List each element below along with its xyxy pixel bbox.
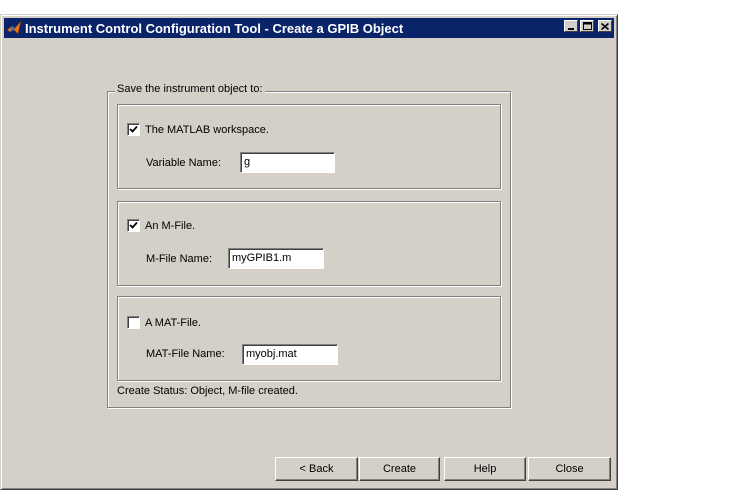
mfile-checkbox-label: An M-File. [145, 219, 196, 232]
maximize-icon [582, 22, 592, 30]
variable-name-label: Variable Name: [146, 157, 221, 169]
back-button[interactable]: < Back [275, 457, 358, 481]
create-status-text: Create Status: Object, M-file created. [117, 385, 298, 397]
window-title: Instrument Control Configuration Tool - … [25, 20, 404, 36]
title-bar[interactable]: Instrument Control Configuration Tool - … [4, 18, 614, 38]
close-button[interactable]: Close [528, 457, 611, 481]
checkmark-icon [129, 221, 138, 229]
matfile-name-input[interactable]: myobj.mat [242, 344, 338, 365]
create-button[interactable]: Create [359, 457, 440, 481]
mfile-checkbox[interactable] [127, 219, 140, 232]
group-legend: Save the instrument object to: [115, 82, 265, 96]
matfile-option[interactable]: A MAT-File. [127, 316, 201, 329]
matfile-section [117, 296, 501, 381]
matfile-name-label: MAT-File Name: [146, 348, 225, 360]
mfile-name-label: M-File Name: [146, 253, 213, 265]
mfile-name-input[interactable]: myGPIB1.m [228, 248, 324, 269]
minimize-button[interactable] [564, 20, 578, 32]
close-window-button[interactable] [598, 20, 612, 32]
maximize-button[interactable] [580, 20, 594, 32]
workspace-section [117, 104, 501, 189]
help-button[interactable]: Help [444, 457, 526, 481]
matfile-checkbox-label: A MAT-File. [145, 316, 202, 329]
close-icon [601, 22, 609, 30]
mfile-option[interactable]: An M-File. [127, 219, 195, 232]
variable-name-input[interactable]: g [240, 152, 335, 173]
minimize-icon [568, 28, 574, 30]
checkmark-icon [129, 125, 138, 133]
workspace-checkbox[interactable] [127, 123, 140, 136]
workspace-option[interactable]: The MATLAB workspace. [127, 123, 269, 136]
workspace-checkbox-label: The MATLAB workspace. [145, 123, 269, 136]
matlab-logo-icon [6, 20, 22, 36]
matfile-checkbox[interactable] [127, 316, 140, 329]
mfile-section [117, 201, 501, 286]
